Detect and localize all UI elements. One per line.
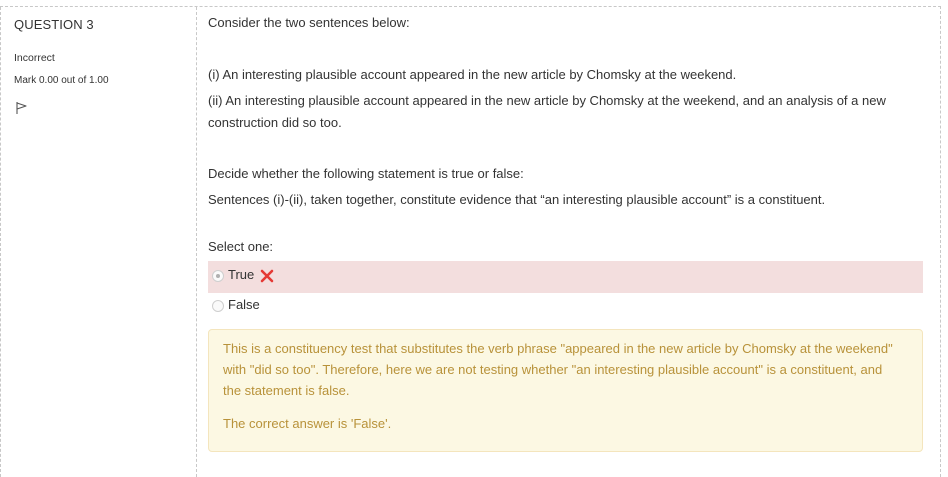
right-answer: The correct answer is 'False'. [223, 416, 392, 431]
question-number: QUESTION 3 [14, 17, 94, 32]
option-true-label: True [228, 267, 255, 282]
option-false-label: False [228, 297, 260, 312]
question-info-panel: QUESTION 3 Incorrect Mark 0.00 out of 1.… [0, 7, 197, 477]
sentence-1: (i) An interesting plausible account app… [208, 67, 737, 82]
general-feedback: This is a constituency test that substit… [223, 341, 893, 398]
question-state: Incorrect [14, 52, 55, 64]
question-intro: Consider the two sentences below: [208, 15, 410, 30]
option-true[interactable]: True [208, 261, 923, 293]
radio-false[interactable] [212, 300, 224, 312]
feedback-box: This is a constituency test that substit… [208, 329, 923, 452]
question-prompt: Decide whether the following statement i… [208, 166, 524, 181]
incorrect-cross-icon [260, 269, 274, 283]
question-block: QUESTION 3 Incorrect Mark 0.00 out of 1.… [0, 6, 941, 477]
radio-true[interactable] [212, 270, 224, 282]
question-grade: Mark 0.00 out of 1.00 [14, 75, 109, 86]
select-one-label: Select one: [208, 239, 274, 254]
option-false[interactable]: False [208, 291, 923, 323]
flag-icon[interactable] [14, 101, 28, 115]
question-statement: Sentences (i)-(ii), taken together, cons… [208, 192, 826, 207]
sentence-2: (ii) An interesting plausible account ap… [208, 93, 886, 130]
